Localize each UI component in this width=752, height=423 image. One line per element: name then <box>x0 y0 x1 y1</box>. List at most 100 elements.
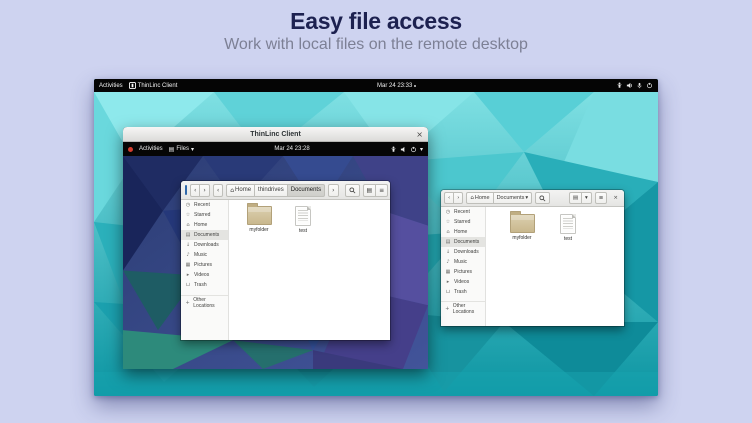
recent-icon: ◷ <box>185 202 191 208</box>
remote-files-app-menu[interactable]: ▤ Files ▾ <box>169 146 194 153</box>
search-button[interactable] <box>535 192 551 204</box>
sidebar-item-downloads[interactable]: ↓ Downloads <box>181 240 228 250</box>
downloads-icon: ↓ <box>185 242 191 248</box>
host-focused-app-label: ThinLinc Client <box>137 82 178 89</box>
sidebar-item-label: Downloads <box>194 242 219 248</box>
forward-button[interactable]: › <box>200 183 210 197</box>
remote-activities-button[interactable]: Activities <box>139 146 163 152</box>
back-button[interactable]: ‹ <box>444 192 455 204</box>
view-toggle-button[interactable]: ▤ <box>362 183 377 197</box>
remote-system-tray[interactable]: ▾ <box>390 146 423 153</box>
sidebar-item-home[interactable]: ⌂ Home <box>181 220 228 230</box>
sidebar-item-label: Downloads <box>454 249 479 255</box>
thinlinc-app-icon <box>128 82 136 89</box>
path-segment-label: Home <box>235 187 252 193</box>
files-app-icon: ▤ <box>168 145 175 153</box>
sidebar-item-videos[interactable]: ▸ Videos <box>181 270 228 280</box>
sidebar-item-trash[interactable]: ⊔ Trash <box>181 280 228 290</box>
view-toggle-button[interactable]: ▤ <box>568 192 583 204</box>
host-clock[interactable]: Mar 24 23:33 <box>377 83 417 89</box>
page-heading: Easy file access Work with local files o… <box>0 6 752 54</box>
path-segment-label: thindrives <box>258 187 284 193</box>
file-label: myfolder <box>512 235 532 241</box>
path-segment-label: Documents <box>290 187 322 193</box>
remote-files-sidebar: ◷ Recent ☆ Starred ⌂ Home ▤ Documents ↓ Downl… <box>181 200 229 340</box>
sidebar-item-label: Starred <box>194 212 211 218</box>
sidebar-item-downloads[interactable]: ↓ Downloads <box>441 247 485 257</box>
chevron-down-icon: ▾ <box>191 145 195 153</box>
sidebar-item-label: Music <box>454 259 468 265</box>
search-button[interactable] <box>344 183 360 197</box>
sidebar-item-recent[interactable]: ◷ Recent <box>441 207 485 217</box>
sidebar-item-label: Other Locations <box>193 297 215 309</box>
volume-icon <box>626 82 633 89</box>
back-button[interactable]: ‹ <box>190 183 201 197</box>
menu-button[interactable]: ≡ <box>376 183 389 197</box>
path-segment-label: Home <box>474 195 490 201</box>
local-files-toolbar: ‹ › ⌂ Home Documents ▾ ▤ ▾ ≡ × <box>441 190 624 207</box>
path-segment-home[interactable]: ⌂ Home <box>226 183 256 197</box>
sidebar-item-starred[interactable]: ☆ Starred <box>441 217 485 227</box>
thinlinc-window-title: ThinLinc Client <box>250 130 301 138</box>
path-segment-thindrives[interactable]: thindrives <box>255 183 288 197</box>
remote-clock[interactable]: Mar 24 23:28 <box>274 146 309 152</box>
path-segment-documents[interactable]: Documents <box>287 183 326 197</box>
host-activities-label: Activities <box>99 82 123 89</box>
sidebar-item-label: Music <box>194 252 208 258</box>
other-locations-icon: + <box>185 300 190 306</box>
sidebar-item-label: Videos <box>194 272 210 278</box>
documents-icon: ▤ <box>185 232 191 238</box>
forward-button[interactable]: › <box>454 192 464 204</box>
local-history-buttons: ‹ › <box>444 192 464 204</box>
file-item-test[interactable]: test <box>281 206 325 234</box>
file-item-myfolder[interactable]: myfolder <box>237 203 281 233</box>
host-activities-button[interactable]: Activities <box>99 83 123 89</box>
sidebar-item-other-locations[interactable]: + Other Locations <box>441 301 485 316</box>
sidebar-item-label: Trash <box>454 289 467 295</box>
chevron-down-icon: ▾ <box>525 195 529 201</box>
sidebar-item-recent[interactable]: ◷ Recent <box>181 200 228 210</box>
recent-icon: ◷ <box>445 209 451 215</box>
sidebar-item-label: Recent <box>454 209 470 215</box>
sidebar-item-documents[interactable]: ▤ Documents <box>181 230 228 240</box>
sidebar-item-documents[interactable]: ▤ Documents <box>441 237 485 247</box>
path-overflow-button[interactable]: ‹ <box>212 183 224 197</box>
sidebar-item-pictures[interactable]: ▦ Pictures <box>441 267 485 277</box>
sidebar-item-music[interactable]: ♪ Music <box>181 250 228 260</box>
remote-view-buttons: ▤ ≡ <box>362 183 389 197</box>
path-segment-documents[interactable]: Documents ▾ <box>493 192 533 204</box>
nautilus-app-icon <box>185 185 187 195</box>
path-segment-home[interactable]: ⌂ Home <box>466 192 494 204</box>
other-locations-icon: + <box>445 306 450 312</box>
file-item-myfolder[interactable]: myfolder <box>500 211 544 241</box>
menu-button[interactable]: ≡ <box>594 192 608 204</box>
power-icon <box>646 82 653 89</box>
thinlinc-titlebar[interactable]: ThinLinc Client × <box>123 127 428 142</box>
sidebar-item-starred[interactable]: ☆ Starred <box>181 210 228 220</box>
remote-distro-logo-icon <box>128 146 133 152</box>
folder-icon <box>246 203 272 225</box>
remote-files-content: myfolder test <box>229 200 390 340</box>
sidebar-item-music[interactable]: ♪ Music <box>441 257 485 267</box>
path-more-button[interactable]: › <box>328 183 339 197</box>
sidebar-item-pictures[interactable]: ▦ Pictures <box>181 260 228 270</box>
thinlinc-close-button[interactable]: × <box>416 127 423 141</box>
search-icon <box>348 186 356 194</box>
starred-icon: ☆ <box>185 212 191 218</box>
host-focused-app-menu[interactable]: ThinLinc Client <box>128 82 178 89</box>
view-options-button[interactable]: ▾ <box>582 192 592 204</box>
videos-icon: ▸ <box>186 272 190 278</box>
local-files-close-button[interactable]: × <box>610 193 621 203</box>
sidebar-item-videos[interactable]: ▸ Videos <box>441 277 485 287</box>
file-label: test <box>563 236 573 242</box>
local-files-window: ‹ › ⌂ Home Documents ▾ ▤ ▾ ≡ × ◷ Recent … <box>441 190 624 326</box>
remote-path-bar: ⌂ Home thindrives Documents <box>226 183 326 197</box>
sidebar-item-trash[interactable]: ⊔ Trash <box>441 287 485 297</box>
remote-clock-label: Mar 24 23:28 <box>274 146 310 152</box>
search-icon <box>539 194 546 202</box>
host-topbar: Activities ThinLinc Client Mar 24 23:33 <box>94 79 658 92</box>
file-item-test[interactable]: test <box>546 214 590 242</box>
sidebar-item-other-locations[interactable]: + Other Locations <box>181 295 228 310</box>
sidebar-item-home[interactable]: ⌂ Home <box>441 227 485 237</box>
host-system-tray[interactable] <box>616 82 653 89</box>
